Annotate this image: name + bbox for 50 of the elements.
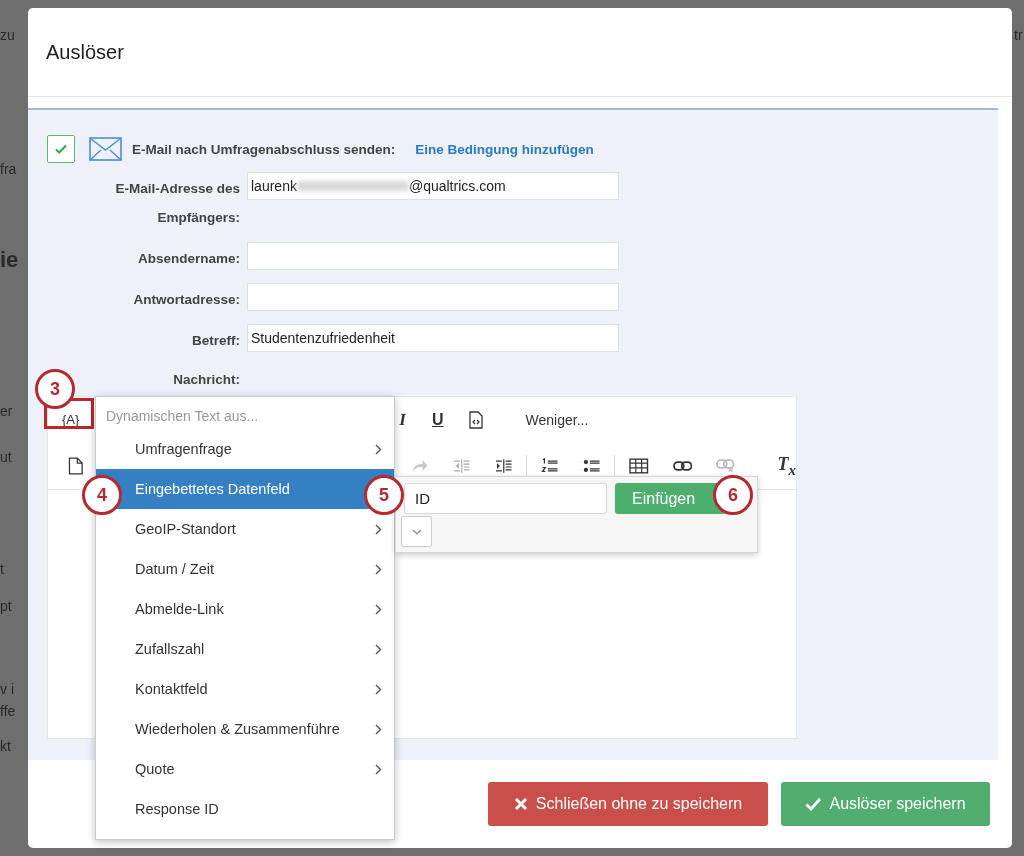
menu-item[interactable]: Response ID: [96, 789, 394, 829]
dialog-title: Auslöser: [46, 40, 124, 64]
source-code-icon[interactable]: [467, 411, 484, 429]
table-icon[interactable]: [629, 458, 649, 474]
menu-item[interactable]: Quote: [96, 749, 394, 789]
input-field[interactable]: laurenk @qualtrics.com: [247, 172, 619, 200]
bullet-list-icon[interactable]: [582, 458, 601, 474]
menu-item[interactable]: Zufallszahl: [96, 629, 394, 669]
field-label: Nachricht:: [173, 371, 240, 389]
field-label: Betreff:: [192, 332, 240, 350]
background-text: tr: [1014, 26, 1023, 44]
input-field[interactable]: [247, 242, 619, 270]
background-text: t: [0, 560, 4, 578]
menu-item[interactable]: Kontaktfeld: [96, 669, 394, 709]
field-label: Antwortadresse:: [133, 291, 240, 309]
input-field[interactable]: Studentenzufriedenheit: [247, 324, 619, 352]
background-text: kt: [0, 737, 11, 755]
background-text: er: [0, 402, 13, 420]
envelope-icon: [89, 137, 122, 161]
input-field[interactable]: ID: [404, 483, 607, 514]
cancel-button[interactable]: Schließen ohne zu speichern: [488, 782, 768, 826]
menu-header: Dynamischen Text aus...: [105, 407, 260, 426]
indent-icon[interactable]: [494, 458, 513, 474]
checkbox[interactable]: [47, 135, 75, 163]
document-icon[interactable]: [68, 457, 84, 475]
background-text: pt: [0, 597, 12, 615]
checkmark-icon: [805, 797, 822, 811]
dropdown-toggle[interactable]: [401, 516, 432, 547]
numbered-list-icon[interactable]: [541, 458, 559, 474]
close-icon: [513, 797, 528, 811]
background-text: zu: [0, 26, 15, 44]
field-label: Absendername:: [137, 250, 240, 268]
clear-format-button[interactable]: T$_{x}$: [777, 453, 796, 479]
background-text: ie: [0, 246, 19, 274]
link-icon[interactable]: [672, 460, 692, 472]
menu-item[interactable]: Abmelde-Link: [96, 589, 394, 629]
italic-button[interactable]: I: [399, 410, 406, 430]
chevron-down-icon: [411, 528, 422, 535]
underline-button[interactable]: U: [432, 411, 444, 429]
less-button[interactable]: Weniger...: [525, 412, 589, 428]
background-text: v i: [0, 680, 14, 698]
background-text: ut: [0, 448, 12, 466]
menu-item[interactable]: Umfragenfrage: [96, 429, 394, 469]
add-condition-link[interactable]: Eine Bedingung hinzufügen: [415, 141, 594, 157]
background-text: fra: [0, 160, 17, 178]
menu-item[interactable]: Datum / Zeit: [96, 549, 394, 589]
field-label: E-Mail-Adresse des Empfängers:: [114, 180, 240, 227]
background-text: ffe: [0, 702, 16, 720]
input-field[interactable]: [247, 283, 619, 311]
email-send-label: E-Mail nach Umfragenabschluss senden:: [132, 141, 396, 157]
